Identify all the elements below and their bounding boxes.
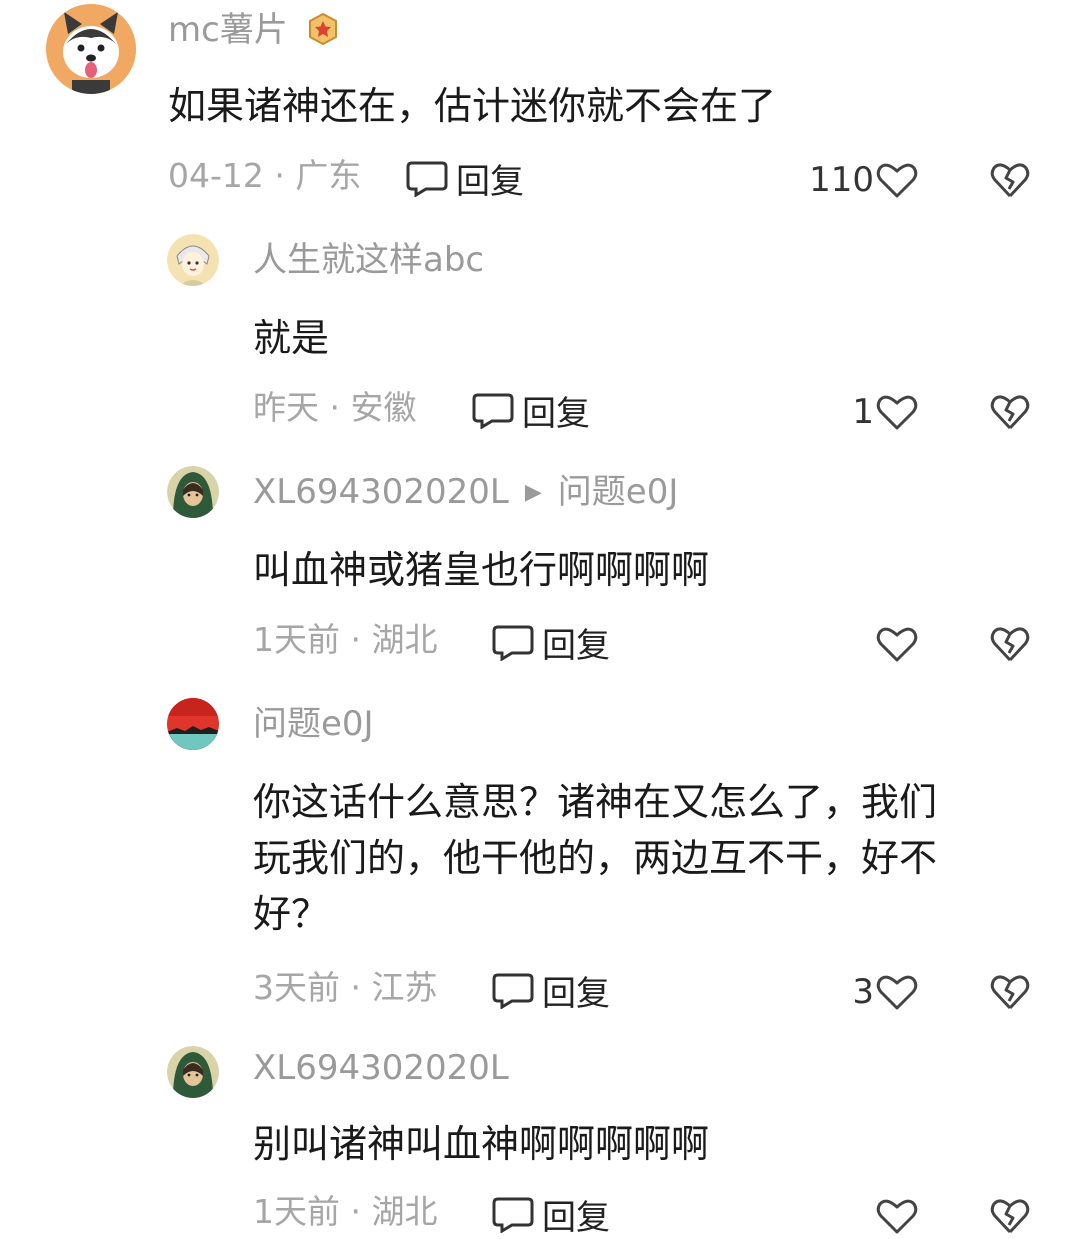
like-button[interactable] [780, 1196, 918, 1236]
reply-to-username[interactable]: 问题e0J [558, 472, 679, 512]
broken-heart-icon[interactable] [990, 625, 1030, 663]
username[interactable]: mc薯片 [168, 10, 288, 50]
hooded-figure-avatar-icon [167, 1046, 219, 1098]
username[interactable]: 问题e0J [253, 704, 374, 744]
avatar[interactable] [167, 698, 219, 750]
username[interactable]: XL694302020L [253, 1048, 509, 1088]
avatar[interactable] [167, 466, 219, 518]
username-text[interactable]: XL694302020L [253, 472, 509, 512]
avatar[interactable] [167, 1046, 219, 1098]
broken-heart-icon[interactable] [990, 1197, 1030, 1235]
heart-outline-icon [876, 163, 918, 198]
heart-outline-icon [876, 975, 918, 1010]
reply-label: 回复 [542, 1197, 610, 1238]
reply-button[interactable]: 回复 [492, 622, 610, 666]
dog-avatar-icon [46, 4, 136, 94]
comment-text: 就是 [253, 316, 330, 360]
speech-bubble-icon [492, 1197, 534, 1233]
reply-label: 回复 [542, 973, 610, 1014]
speech-bubble-icon [406, 161, 448, 197]
comment-meta: 1天前 · 湖北 [253, 620, 438, 659]
like-count: 110 [809, 160, 874, 200]
reply-button[interactable]: 回复 [472, 390, 590, 434]
reply-button[interactable]: 回复 [492, 970, 610, 1014]
heart-outline-icon [876, 1199, 918, 1234]
like-button[interactable]: 110 [780, 160, 918, 200]
reply-label: 回复 [542, 625, 610, 666]
comment-text: 你这话什么意思？诸神在又怎么了，我们 玩我们的，他干他的，两边互不干，好不 好？ [253, 774, 937, 942]
cartoon-avatar-icon [167, 234, 219, 286]
username[interactable]: XL694302020L ▶ 问题e0J [253, 472, 678, 513]
heart-outline-icon [876, 395, 918, 430]
like-button[interactable]: 3 [780, 972, 918, 1012]
heart-outline-icon [876, 627, 918, 662]
like-button[interactable] [780, 624, 918, 664]
comment-meta: 1天前 · 湖北 [253, 1192, 438, 1231]
reply-button[interactable]: 回复 [406, 158, 524, 202]
comment-meta: 04-12 · 广东 [168, 156, 362, 195]
comment-meta: 3天前 · 江苏 [253, 968, 438, 1007]
avatar[interactable] [46, 4, 136, 94]
reply-button[interactable]: 回复 [492, 1194, 610, 1238]
comment-text: 如果诸神还在，估计迷你就不会在了 [168, 84, 777, 128]
like-button[interactable]: 1 [780, 392, 918, 432]
comment-text-line: 玩我们的，他干他的，两边互不干，好不 [253, 836, 938, 880]
broken-heart-icon[interactable] [990, 973, 1030, 1011]
star-badge-icon [309, 12, 337, 46]
like-count: 3 [852, 972, 874, 1012]
hooded-figure-avatar-icon [167, 466, 219, 518]
reply-to-arrow-icon: ▶ [524, 480, 542, 505]
reply-label: 回复 [522, 393, 590, 434]
sunset-avatar-icon [167, 698, 219, 750]
broken-heart-icon[interactable] [990, 161, 1030, 199]
comment-text-line: 你这话什么意思？诸神在又怎么了，我们 [253, 780, 938, 824]
comment-text: 叫血神或猪皇也行啊啊啊啊 [253, 548, 710, 592]
reply-label: 回复 [456, 161, 524, 202]
like-count: 1 [852, 392, 874, 432]
avatar[interactable] [167, 234, 219, 286]
speech-bubble-icon [492, 625, 534, 661]
broken-heart-icon[interactable] [990, 393, 1030, 431]
comment-text-line: 好？ [253, 892, 330, 936]
comment-meta: 昨天 · 安徽 [253, 388, 417, 427]
speech-bubble-icon [492, 973, 534, 1009]
username[interactable]: 人生就这样abc [253, 240, 484, 280]
speech-bubble-icon [472, 393, 514, 429]
comment-text: 别叫诸神叫血神啊啊啊啊啊 [253, 1122, 710, 1166]
